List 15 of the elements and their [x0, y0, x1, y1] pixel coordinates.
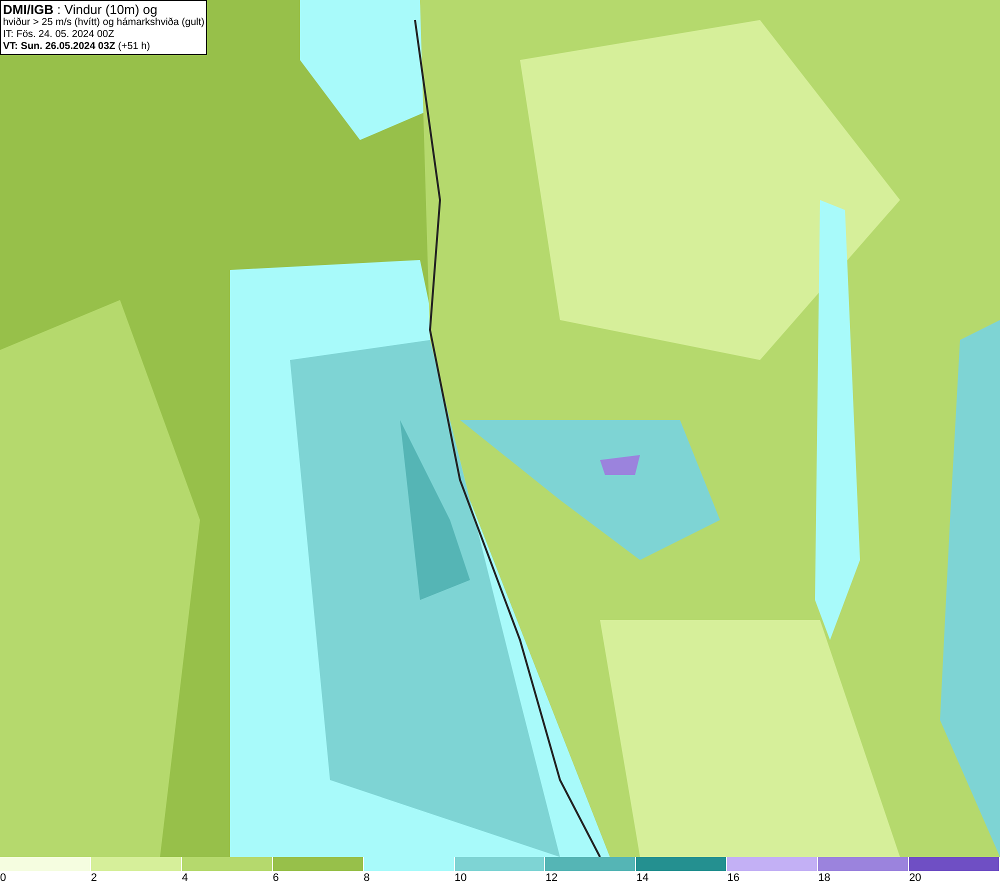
- scale-label: 20: [908, 871, 922, 885]
- scale-label: 14: [635, 871, 649, 885]
- scale-label: 10: [454, 871, 467, 885]
- legend-text: IT: Fös. 24. 05. 2024 00Z: [3, 29, 116, 41]
- scale-label: 4: [180, 871, 188, 885]
- legend-text: DMI/IGB : Vindur (10m) og: [3, 2, 158, 17]
- scale-label: 6: [272, 871, 279, 885]
- legend-text: hviður > 25 m/s (hvítt) og hámarkshviða (gult): [3, 17, 204, 29]
- scale-label: 0: [0, 871, 6, 885]
- scale-label: 8: [362, 871, 370, 885]
- scale-label: 18: [817, 871, 830, 885]
- scale-label: 2: [90, 871, 98, 885]
- legend-text: VT: Sun. 26.05.2024 03Z (+51 h): [3, 41, 152, 53]
- scale-label: 16: [726, 871, 740, 885]
- scale-label: 12: [544, 871, 558, 885]
